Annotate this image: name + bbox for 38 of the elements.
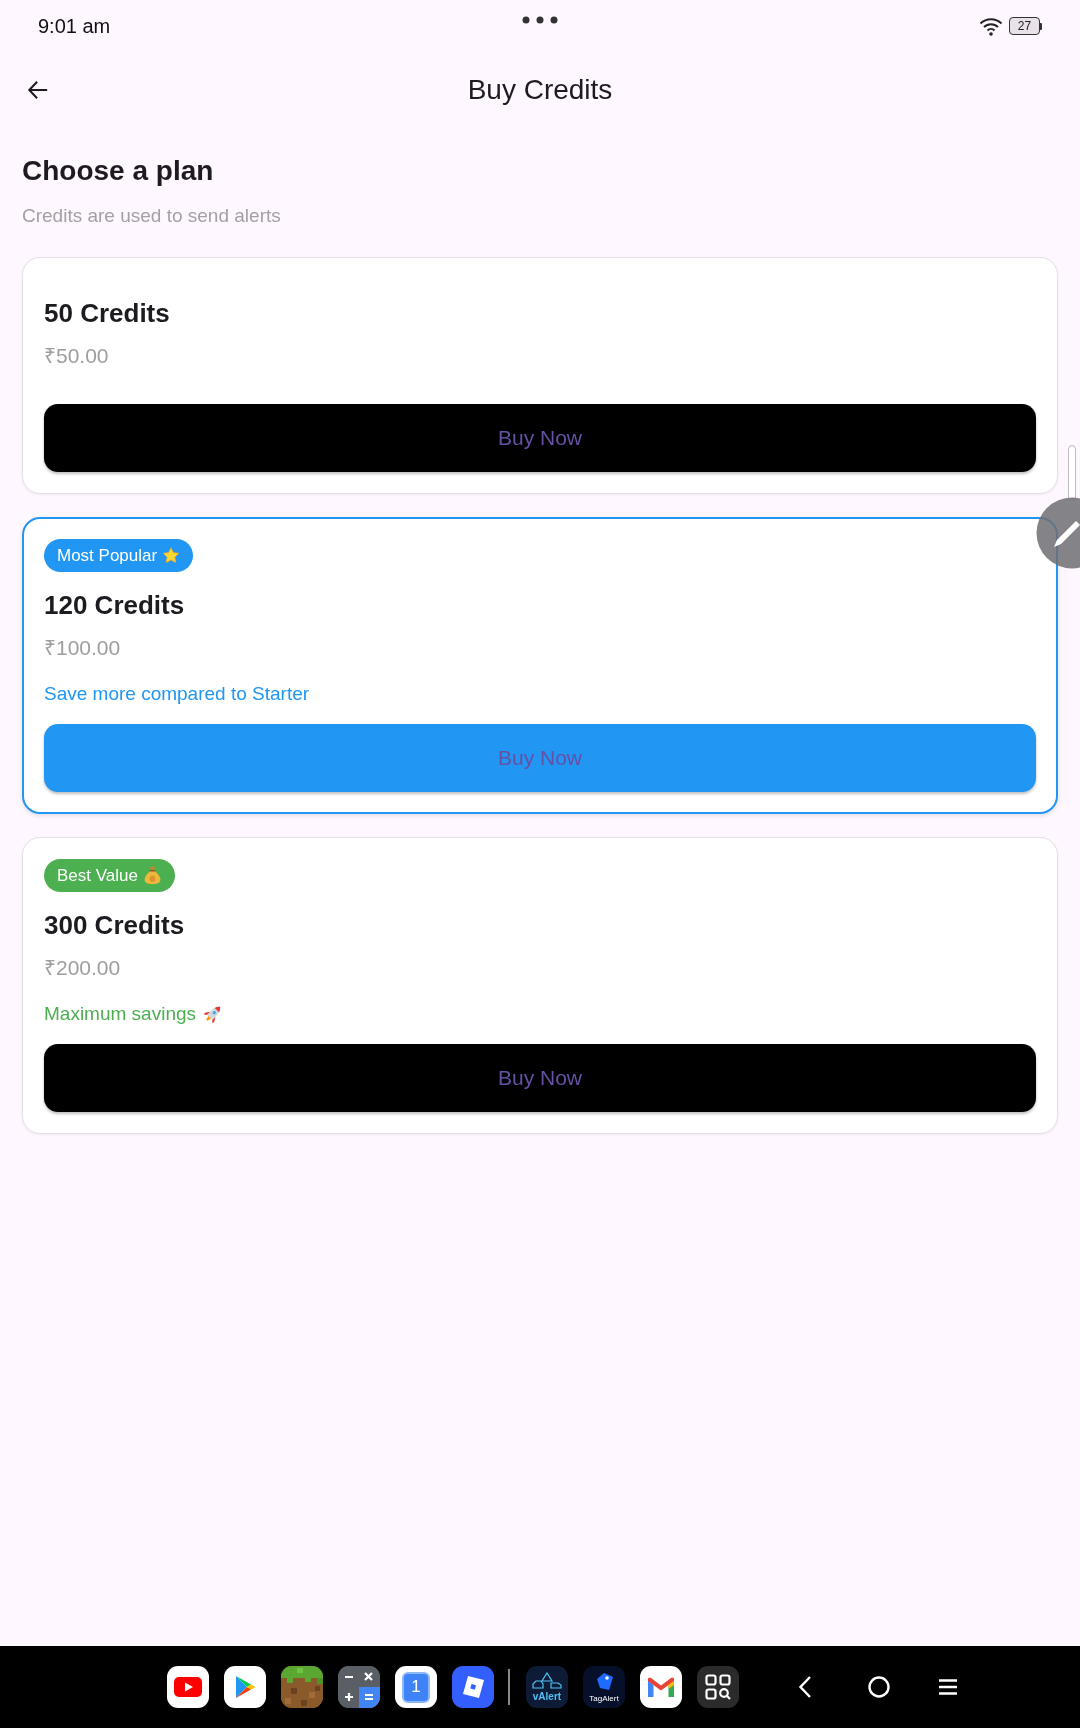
edge-handle[interactable]: [1068, 445, 1076, 501]
buy-now-button[interactable]: Buy Now: [44, 724, 1036, 792]
tag-app-icon[interactable]: TagAlert: [583, 1666, 625, 1708]
mail-app-icon[interactable]: [640, 1666, 682, 1708]
grass-block-app-icon[interactable]: [281, 1666, 323, 1708]
money-bag-icon: [142, 866, 162, 885]
plan-title: 50 Credits: [44, 297, 171, 329]
plan-price: ₹200.00: [44, 955, 122, 981]
wifi-icon: [979, 16, 1003, 36]
menu-icon[interactable]: [938, 1678, 958, 1696]
plan-note: Save more compared to Starter: [44, 682, 310, 706]
back-arrow-icon: [26, 79, 50, 101]
car-alert-app-icon[interactable]: vAlert: [526, 1666, 568, 1708]
plan-price: ₹100.00: [44, 635, 122, 661]
video-play-app-icon[interactable]: [167, 1666, 209, 1708]
page-title: Buy Credits: [467, 73, 613, 107]
home-icon[interactable]: [868, 1676, 890, 1698]
plan-note: Maximum savings: [44, 1002, 197, 1026]
calendar-app-icon[interactable]: 1: [395, 1666, 437, 1708]
plan-title: 120 Credits: [44, 589, 186, 621]
more-dots-icon[interactable]: [522, 16, 558, 24]
floating-pencil-button[interactable]: [1036, 497, 1080, 569]
section-heading: Choose a plan: [22, 154, 215, 188]
calculator-app-icon[interactable]: [338, 1666, 380, 1708]
star-icon: [162, 547, 181, 564]
qr-scan-app-icon[interactable]: [697, 1666, 739, 1708]
plan-title: 300 Credits: [44, 909, 186, 941]
buy-now-button[interactable]: Buy Now: [44, 404, 1036, 472]
section-subtitle: Credits are used to send alerts: [22, 204, 282, 228]
tilted-square-app-icon[interactable]: [452, 1666, 494, 1708]
highlight-label: Most Popular: [57, 544, 158, 567]
status-time: 9:01 am: [38, 14, 111, 38]
back-icon[interactable]: [798, 1675, 812, 1699]
plan-price: ₹50.00: [44, 343, 110, 369]
buy-now-button[interactable]: Buy Now: [44, 1044, 1036, 1112]
battery-indicator: 27: [1009, 17, 1042, 35]
highlight-label: Best Value: [57, 864, 138, 887]
triangle-play-app-icon[interactable]: [224, 1666, 266, 1708]
